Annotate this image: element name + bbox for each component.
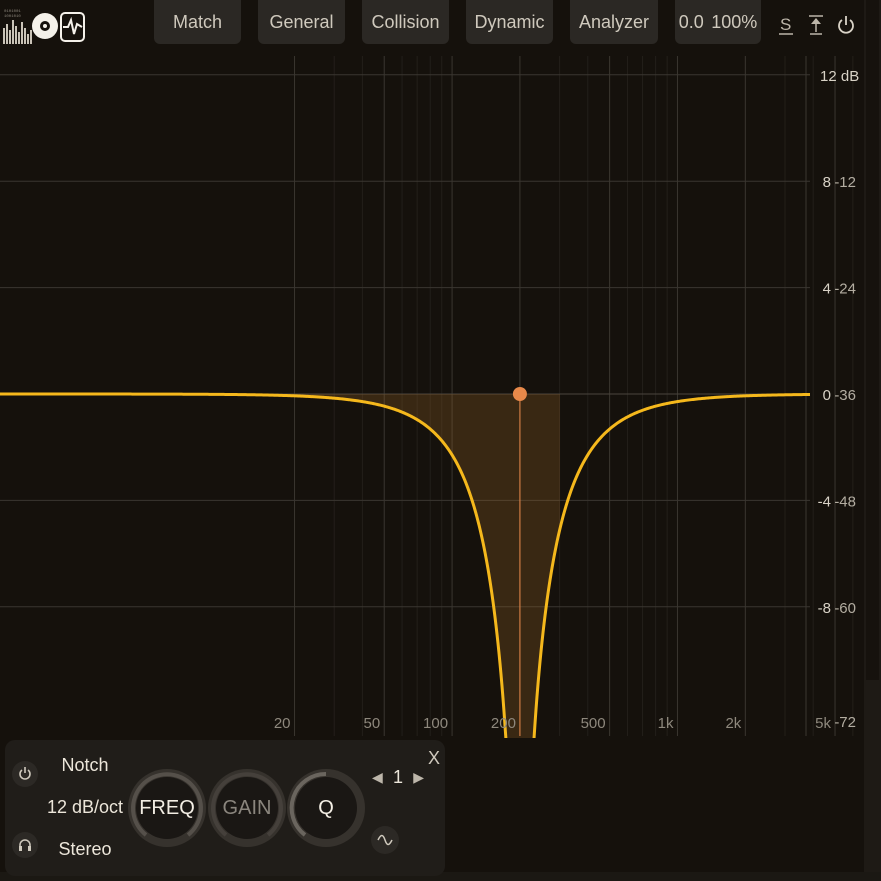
db-right-label: -24 bbox=[834, 281, 856, 298]
tab-general[interactable]: General bbox=[258, 0, 345, 44]
db-right-label: -72 bbox=[834, 714, 856, 731]
scrollbar-track[interactable] bbox=[866, 0, 879, 680]
db-label: -4 bbox=[818, 493, 831, 510]
freq-label: 2k bbox=[725, 715, 741, 732]
power-icon[interactable] bbox=[835, 12, 857, 38]
freq-label: 5k bbox=[815, 715, 831, 732]
wave-icon bbox=[377, 834, 393, 846]
band-panel: Notch 12 dB/oct Stereo FREQ GAIN Q ◀ 1 ▶… bbox=[5, 740, 445, 876]
db-label: 12 dB bbox=[820, 68, 859, 85]
mix-value[interactable]: 100% bbox=[711, 12, 757, 33]
eq-plugin-window: 0101001 1001010 Match General Collision D… bbox=[0, 0, 881, 881]
slope-select[interactable]: 12 dB/oct bbox=[45, 797, 125, 818]
freq-label: 20 bbox=[274, 715, 291, 732]
headphones-icon bbox=[19, 839, 31, 851]
tab-analyzer[interactable]: Analyzer bbox=[570, 0, 658, 44]
band-bypass-button[interactable] bbox=[12, 761, 38, 787]
db-right-label: -48 bbox=[834, 493, 856, 510]
close-band-button[interactable]: X bbox=[428, 748, 440, 769]
svg-text:0101001: 0101001 bbox=[4, 10, 21, 14]
upload-icon[interactable] bbox=[805, 12, 827, 38]
eq-graph[interactable]: 12 dB 8 -12 4 -24 0 -36 -4 -48 -8 -60 -72 20 50 100 20… bbox=[0, 48, 881, 742]
freq-knob[interactable]: FREQ bbox=[128, 769, 206, 847]
db-label: 8 bbox=[823, 174, 831, 191]
band-node-handle[interactable] bbox=[512, 387, 527, 401]
freq-label: 1k bbox=[658, 715, 674, 732]
tab-match[interactable]: Match bbox=[154, 0, 241, 44]
band-listen-button[interactable] bbox=[12, 832, 38, 858]
gain-knob[interactable]: GAIN bbox=[208, 769, 286, 847]
filter-type-select[interactable]: Notch bbox=[45, 755, 125, 776]
freq-label: 500 bbox=[581, 715, 606, 732]
freq-label: 50 bbox=[364, 715, 381, 732]
band-prev-arrow-icon[interactable]: ◀ bbox=[372, 769, 383, 786]
freq-label: 100 bbox=[423, 715, 448, 732]
output-value-box[interactable]: 0.0 100% bbox=[675, 0, 761, 44]
eq-graph-svg[interactable]: 12 dB 8 -12 4 -24 0 -36 -4 -48 -8 -60 -72 20 50 100 20… bbox=[0, 48, 881, 742]
solo-icon[interactable]: S bbox=[775, 12, 797, 38]
db-right-label: -36 bbox=[834, 387, 856, 404]
svg-text:S: S bbox=[780, 15, 791, 34]
analyzer-logo-icon[interactable]: 0101001 1001010 bbox=[2, 6, 58, 46]
q-knob[interactable]: Q bbox=[287, 769, 365, 847]
band-selector: ◀ 1 ▶ bbox=[372, 766, 424, 788]
tab-collision[interactable]: Collision bbox=[362, 0, 449, 44]
band-fill-area bbox=[60, 394, 560, 740]
db-label: 0 bbox=[823, 387, 831, 404]
output-gain-value[interactable]: 0.0 bbox=[679, 12, 704, 33]
svg-text:1001010: 1001010 bbox=[4, 15, 21, 19]
db-label: -8 bbox=[818, 600, 831, 617]
pulse-logo-icon[interactable] bbox=[60, 9, 85, 45]
db-right-label: -60 bbox=[834, 600, 856, 617]
band-next-arrow-icon[interactable]: ▶ bbox=[413, 769, 424, 786]
band-number: 1 bbox=[392, 766, 403, 787]
db-right-label: -12 bbox=[834, 174, 856, 191]
channel-select[interactable]: Stereo bbox=[45, 839, 125, 860]
eq-response-curve bbox=[0, 392, 811, 742]
tab-dynamic[interactable]: Dynamic bbox=[466, 0, 553, 44]
toolbar: 0101001 1001010 Match General Collision D… bbox=[0, 0, 865, 48]
db-label: 4 bbox=[823, 281, 831, 298]
vertical-scrollbar[interactable] bbox=[864, 0, 881, 881]
band-shape-button[interactable] bbox=[371, 826, 399, 854]
freq-label: 200 bbox=[491, 715, 516, 732]
